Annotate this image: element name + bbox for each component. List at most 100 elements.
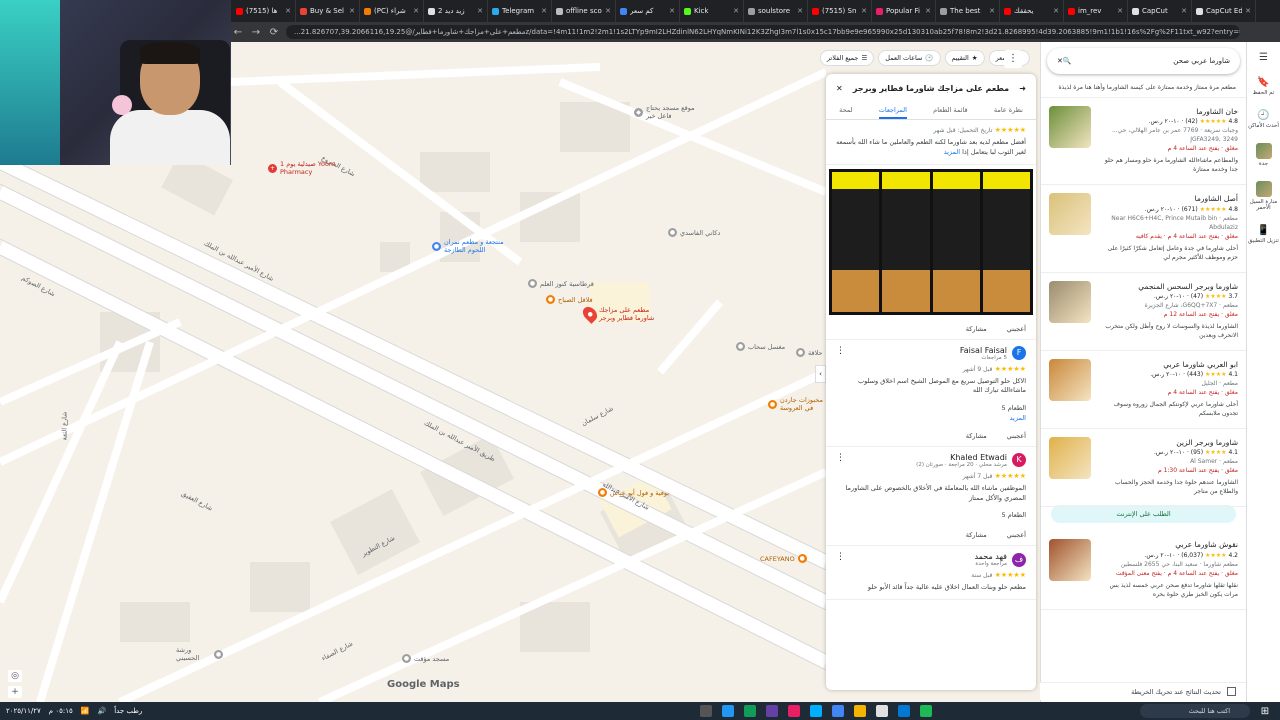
browser-tab[interactable]: (7515) ها ✕ [232, 0, 296, 22]
result-card[interactable]: نقوش شاورما عربي 4.2 ★★★★ (6,037) · ١٠-٢٠… [1041, 531, 1246, 610]
browser-tab[interactable]: (7515) Sn ✕ [808, 0, 872, 22]
avatar[interactable]: F [1012, 346, 1026, 360]
more-options-icon[interactable]: ⋮ [836, 346, 845, 356]
tab-reviews[interactable]: المراجعات [878, 102, 907, 119]
rail-item[interactable]: ☰ [1259, 52, 1268, 63]
checkbox-icon[interactable] [1227, 687, 1236, 696]
result-thumbnail[interactable] [1049, 358, 1091, 401]
tab-close-icon[interactable]: ✕ [1117, 7, 1123, 15]
search-box[interactable]: ✕ 🔍 شاورما عربي صحن [1047, 48, 1240, 74]
filter-chip[interactable]: جميع الفلاتر ☰ [819, 50, 875, 66]
avatar[interactable]: ف [1012, 552, 1026, 567]
result-card[interactable]: أصل الشاورما 4.8 ★★★★★ (671) · ١٠-٢٠ ر.س.… [1041, 185, 1246, 273]
poi-butcher[interactable]: ● منتجعة و مطعم نمران اللحوم الطازجة [432, 238, 514, 254]
tab-close-icon[interactable]: ✕ [477, 7, 483, 15]
like-button[interactable]: أعجبني [1007, 325, 1026, 333]
rail-item[interactable]: 🕘 أحدث الأماكن [1248, 110, 1279, 129]
app-icon[interactable] [810, 705, 822, 717]
poi-buffet[interactable]: ● بوفية و فول أبو عباس [598, 488, 669, 497]
back-button[interactable]: ← [232, 27, 244, 38]
result-name[interactable]: شاورما وبرجر الزين [1097, 437, 1238, 448]
weather-label[interactable]: رطب جداً [114, 707, 142, 715]
poi-cafe[interactable]: CAFEYANO ● [760, 554, 807, 563]
reload-button[interactable]: ⟳ [268, 27, 280, 38]
tab-close-icon[interactable]: ✕ [605, 7, 611, 15]
browser-tab[interactable]: offline sco ✕ [552, 0, 616, 22]
reviewer-name[interactable]: Khaled Etwadi [916, 453, 1007, 462]
app-icon[interactable] [920, 705, 932, 717]
search-icon[interactable]: 🔍 [1063, 57, 1072, 65]
result-name[interactable]: أصل الشاورما [1097, 193, 1238, 204]
like-button[interactable]: أعجبني [1007, 432, 1026, 440]
browser-tab[interactable]: The best ✕ [936, 0, 1000, 22]
share-button[interactable]: مشاركة [966, 325, 987, 333]
browser-tab[interactable]: يحققك ✕ [1000, 0, 1064, 22]
windows-start-icon[interactable]: ⊞ [1250, 706, 1280, 717]
browser-tab[interactable]: Buy & Sel ✕ [296, 0, 360, 22]
tab-close-icon[interactable]: ✕ [285, 7, 291, 15]
volume-icon[interactable]: 🔊 [97, 707, 106, 715]
url-field[interactable]: ...مطعم+على+مزاجك+شاورما+فطاير/@21.82670… [286, 25, 1240, 39]
rail-item[interactable]: منارة السيل الأحمر [1247, 181, 1280, 211]
rail-item[interactable]: 🔖 تم الحفظ [1253, 77, 1275, 96]
avatar[interactable]: K [1012, 453, 1026, 468]
more-options-icon[interactable]: ⋮ [836, 552, 845, 562]
result-name[interactable]: نقوش شاورما عربي [1097, 539, 1238, 550]
tab-close-icon[interactable]: ✕ [349, 7, 355, 15]
browser-tab[interactable]: soulstore ✕ [744, 0, 808, 22]
app-icon[interactable] [766, 705, 778, 717]
reviewer-name[interactable]: Faisal Faisal [960, 346, 1007, 355]
collapse-panel-button[interactable]: ‹ [815, 365, 826, 383]
browser-tab[interactable]: (PC) شراء ✕ [360, 0, 424, 22]
browser-tab[interactable]: Popular Fi ✕ [872, 0, 936, 22]
rail-item[interactable]: 📱 تنزيل التطبيق [1248, 225, 1279, 244]
result-thumbnail[interactable] [1049, 106, 1091, 148]
my-location-button[interactable]: ◎ [8, 670, 22, 682]
tab-menu[interactable]: قائمة الطعام [933, 102, 967, 119]
app-icon[interactable] [898, 705, 910, 717]
review-photo-menu[interactable] [829, 168, 1033, 315]
result-name[interactable]: شاورما وبرجر السحس المنجمي [1097, 281, 1238, 292]
poi-barber[interactable]: ● حلاقة [796, 348, 823, 357]
tab-overview[interactable]: نظرة عامة [994, 102, 1023, 119]
order-online-button[interactable]: الطلب على الإنترنت [1051, 505, 1236, 524]
more-link[interactable]: المزيد [944, 148, 960, 156]
browser-tab[interactable]: زيد ديد 2 ✕ [424, 0, 488, 22]
tab-close-icon[interactable]: ✕ [541, 7, 547, 15]
browser-tab[interactable]: Kick ✕ [680, 0, 744, 22]
poi-stationery[interactable]: ● قرطاسية كنوز العلم [528, 279, 594, 288]
browser-tab[interactable]: im_rev ✕ [1064, 0, 1128, 22]
result-card[interactable]: شاورما وبرجر السحس المنجمي 3.7 ★★★★ (47) … [1041, 273, 1246, 351]
app-icon[interactable] [700, 705, 712, 717]
result-thumbnail[interactable] [1049, 437, 1091, 479]
poi-pharmacy[interactable]: + صيدلية يوم 1 Yoom Pharmacy [268, 160, 340, 176]
poi-mosque[interactable]: ◆ موقع مسجد يحتاج فاعل خير [634, 104, 696, 120]
poi-shop[interactable]: ● دكاني الفاسدي [668, 228, 720, 237]
tab-close-icon[interactable]: ✕ [413, 7, 419, 15]
poi-selected-restaurant[interactable]: ● مطعم على مزاجك شاورما فطاير وبرجر [580, 304, 669, 324]
poi-falafel[interactable]: ● فلافل الصباح [546, 295, 593, 304]
tab-close-icon[interactable]: ✕ [1245, 7, 1251, 15]
tab-close-icon[interactable]: ✕ [1053, 7, 1059, 15]
more-link[interactable]: المزيد [836, 414, 1026, 422]
tab-about[interactable]: لمحة [839, 102, 852, 119]
rail-item[interactable]: جدة [1255, 143, 1272, 167]
tab-close-icon[interactable]: ✕ [1181, 7, 1187, 15]
poi-temp-mosque[interactable]: ● مسجد مؤقت [402, 654, 449, 663]
share-button[interactable]: مشاركة [966, 432, 987, 440]
filter-chip[interactable]: التقييم ★ [944, 50, 985, 66]
tab-close-icon[interactable]: ✕ [989, 7, 995, 15]
tab-close-icon[interactable]: ✕ [925, 7, 931, 15]
zoom-in-button[interactable]: + [8, 686, 22, 698]
directions-icon[interactable]: ➜ [1019, 84, 1026, 93]
browser-tab[interactable]: كم سعر ✕ [616, 0, 680, 22]
tab-close-icon[interactable]: ✕ [797, 7, 803, 15]
result-name[interactable]: خان الشاورما [1097, 106, 1238, 117]
result-card[interactable]: خان الشاورما 4.8 ★★★★★ (42) · ١٠-٢٠ ر.س. و… [1041, 98, 1246, 186]
filter-chip[interactable]: ساعات العمل 🕒 [878, 50, 941, 66]
tab-close-icon[interactable]: ✕ [733, 7, 739, 15]
app-icon[interactable] [788, 705, 800, 717]
map-menu-button[interactable]: ⋮ [1004, 50, 1022, 68]
result-thumbnail[interactable] [1049, 539, 1091, 582]
browser-tab[interactable]: Telegram ✕ [488, 0, 552, 22]
